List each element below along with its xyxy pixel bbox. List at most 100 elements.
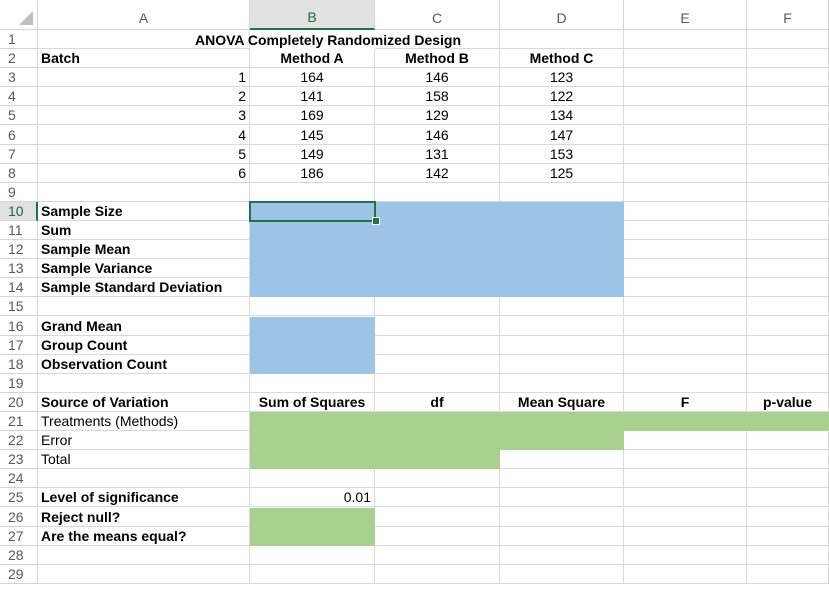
row-header-26[interactable]: 26 [0, 507, 38, 527]
cell-d27[interactable] [500, 526, 624, 546]
row-header-22[interactable]: 22 [0, 431, 38, 451]
cell-d11[interactable] [500, 221, 624, 241]
row-header-29[interactable]: 29 [0, 564, 38, 584]
cell-e3[interactable] [624, 68, 747, 88]
cell-e11[interactable] [624, 221, 747, 241]
cell-f24[interactable] [747, 469, 829, 489]
cell-a27[interactable]: Are the means equal? [38, 526, 250, 546]
cell-a17[interactable]: Group Count [38, 335, 250, 355]
cell-d7[interactable]: 153 [500, 144, 624, 164]
row-header-19[interactable]: 19 [0, 373, 38, 393]
cell-e29[interactable] [624, 564, 747, 584]
cell-d1[interactable] [500, 30, 624, 50]
cell-f4[interactable] [747, 87, 829, 107]
cell-d20[interactable]: Mean Square [500, 392, 624, 412]
row-header-5[interactable]: 5 [0, 106, 38, 126]
cell-c16[interactable] [375, 316, 500, 336]
cell-b24[interactable] [250, 469, 375, 489]
cell-d28[interactable] [500, 545, 624, 565]
cell-e23[interactable] [624, 450, 747, 470]
cell-b28[interactable] [250, 545, 375, 565]
cell-b26[interactable] [250, 507, 375, 527]
cell-c28[interactable] [375, 545, 500, 565]
cell-e7[interactable] [624, 144, 747, 164]
cell-f12[interactable] [747, 240, 829, 260]
row-header-16[interactable]: 16 [0, 316, 38, 336]
cell-b25[interactable]: 0.01 [250, 488, 375, 508]
cell-a3[interactable]: 1 [38, 68, 250, 88]
cell-e20[interactable]: F [624, 392, 747, 412]
cell-f2[interactable] [747, 49, 829, 69]
cell-a12[interactable]: Sample Mean [38, 240, 250, 260]
cell-a22[interactable]: Error [38, 431, 250, 451]
cell-b11[interactable] [250, 221, 375, 241]
cell-e16[interactable] [624, 316, 747, 336]
cell-e12[interactable] [624, 240, 747, 260]
cell-f19[interactable] [747, 373, 829, 393]
row-header-20[interactable]: 20 [0, 392, 38, 412]
cell-a19[interactable] [38, 373, 250, 393]
cell-a4[interactable]: 2 [38, 87, 250, 107]
cell-e25[interactable] [624, 488, 747, 508]
row-header-15[interactable]: 15 [0, 297, 38, 317]
row-header-10[interactable]: 10 [0, 201, 38, 221]
row-header-2[interactable]: 2 [0, 49, 38, 69]
cell-c9[interactable] [375, 182, 500, 202]
cell-c19[interactable] [375, 373, 500, 393]
cell-c15[interactable] [375, 297, 500, 317]
cell-e2[interactable] [624, 49, 747, 69]
row-header-3[interactable]: 3 [0, 68, 38, 88]
cell-e28[interactable] [624, 545, 747, 565]
cell-f16[interactable] [747, 316, 829, 336]
cell-c24[interactable] [375, 469, 500, 489]
cell-d10[interactable] [500, 201, 624, 221]
cell-f7[interactable] [747, 144, 829, 164]
cell-c26[interactable] [375, 507, 500, 527]
cell-f6[interactable] [747, 125, 829, 145]
cell-a21[interactable]: Treatments (Methods) [38, 412, 250, 432]
row-header-21[interactable]: 21 [0, 412, 38, 432]
cell-c7[interactable]: 131 [375, 144, 500, 164]
cell-a6[interactable]: 4 [38, 125, 250, 145]
row-header-11[interactable]: 11 [0, 221, 38, 241]
cell-d4[interactable]: 122 [500, 87, 624, 107]
cell-c13[interactable] [375, 259, 500, 279]
spreadsheet-grid[interactable]: A B C D E F 1 2 3 4 5 6 7 8 9 10 11 12 13 14 15 16 17 18 19 20 21 2… [0, 0, 829, 593]
cell-e8[interactable] [624, 163, 747, 183]
row-header-12[interactable]: 12 [0, 240, 38, 260]
cell-b29[interactable] [250, 564, 375, 584]
cell-d26[interactable] [500, 507, 624, 527]
cell-e15[interactable] [624, 297, 747, 317]
cell-c11[interactable] [375, 221, 500, 241]
cell-b9[interactable] [250, 182, 375, 202]
row-header-6[interactable]: 6 [0, 125, 38, 145]
cell-f17[interactable] [747, 335, 829, 355]
cell-b18[interactable] [250, 354, 375, 374]
cell-a15[interactable] [38, 297, 250, 317]
cell-f18[interactable] [747, 354, 829, 374]
cell-b7[interactable]: 149 [250, 144, 375, 164]
row-header-18[interactable]: 18 [0, 354, 38, 374]
cell-b27[interactable] [250, 526, 375, 546]
row-header-1[interactable]: 1 [0, 30, 38, 50]
cell-a14[interactable]: Sample Standard Deviation [38, 278, 250, 298]
cell-d16[interactable] [500, 316, 624, 336]
cell-a26[interactable]: Reject null? [38, 507, 250, 527]
cell-c2[interactable]: Method B [375, 49, 500, 69]
cell-f15[interactable] [747, 297, 829, 317]
cell-f28[interactable] [747, 545, 829, 565]
cell-f5[interactable] [747, 106, 829, 126]
cell-d15[interactable] [500, 297, 624, 317]
cell-e24[interactable] [624, 469, 747, 489]
cell-d12[interactable] [500, 240, 624, 260]
cell-c22[interactable] [375, 431, 500, 451]
cell-f27[interactable] [747, 526, 829, 546]
cell-d22[interactable] [500, 431, 624, 451]
cell-d2[interactable]: Method C [500, 49, 624, 69]
cell-d29[interactable] [500, 564, 624, 584]
cell-d21[interactable] [500, 412, 624, 432]
cell-b20[interactable]: Sum of Squares [250, 392, 375, 412]
cell-e5[interactable] [624, 106, 747, 126]
cell-d5[interactable]: 134 [500, 106, 624, 126]
cell-d25[interactable] [500, 488, 624, 508]
